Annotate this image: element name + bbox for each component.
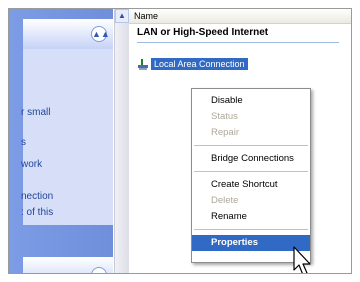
menu-item-repair: Repair [211,127,239,138]
context-menu: Disable Status Repair Bridge Connections… [191,88,311,263]
menu-item-rename[interactable]: Rename [192,209,310,225]
vertical-scrollbar[interactable]: ▲ [114,9,129,273]
task-link[interactable]: nection [21,191,53,202]
group-title: LAN or High-Speed Internet [137,27,269,38]
menu-item-status: Status [211,111,238,122]
menu-item-create-shortcut[interactable]: Create Shortcut [192,177,310,193]
scroll-up-arrow-icon[interactable]: ▲ [115,9,129,23]
task-pane: ▲▲ r small s work nection : of this ▲▲ [9,9,113,273]
menu-separator [194,145,308,146]
collapse-chevron-icon[interactable]: ▲▲ [91,26,110,42]
column-header[interactable]: Name [129,9,351,24]
task-link[interactable]: work [21,159,42,170]
collapse-chevron-icon[interactable]: ▲▲ [91,267,110,273]
local-area-connection-item[interactable]: Local Area Connection [151,58,248,70]
menu-item-disable[interactable]: Disable [192,93,310,109]
network-connection-icon[interactable] [138,59,148,70]
task-link[interactable]: s [21,137,26,148]
menu-item-delete: Delete [211,195,239,206]
column-name-label[interactable]: Name [134,11,158,21]
menu-separator [194,229,308,230]
task-section-body: r small s work nection : of this [21,49,113,225]
window-frame: ▲▲ r small s work nection : of this ▲▲ ▲… [8,8,352,274]
task-section-header[interactable]: ▲▲ [23,257,113,273]
task-section-header[interactable]: ▲▲ [23,19,113,49]
group-divider [137,42,339,43]
task-link[interactable]: : of this [21,207,53,218]
menu-separator [194,171,308,172]
task-link[interactable]: r small [21,107,50,118]
menu-item-bridge-connections[interactable]: Bridge Connections [192,151,310,167]
mouse-pointer-icon [293,246,311,273]
